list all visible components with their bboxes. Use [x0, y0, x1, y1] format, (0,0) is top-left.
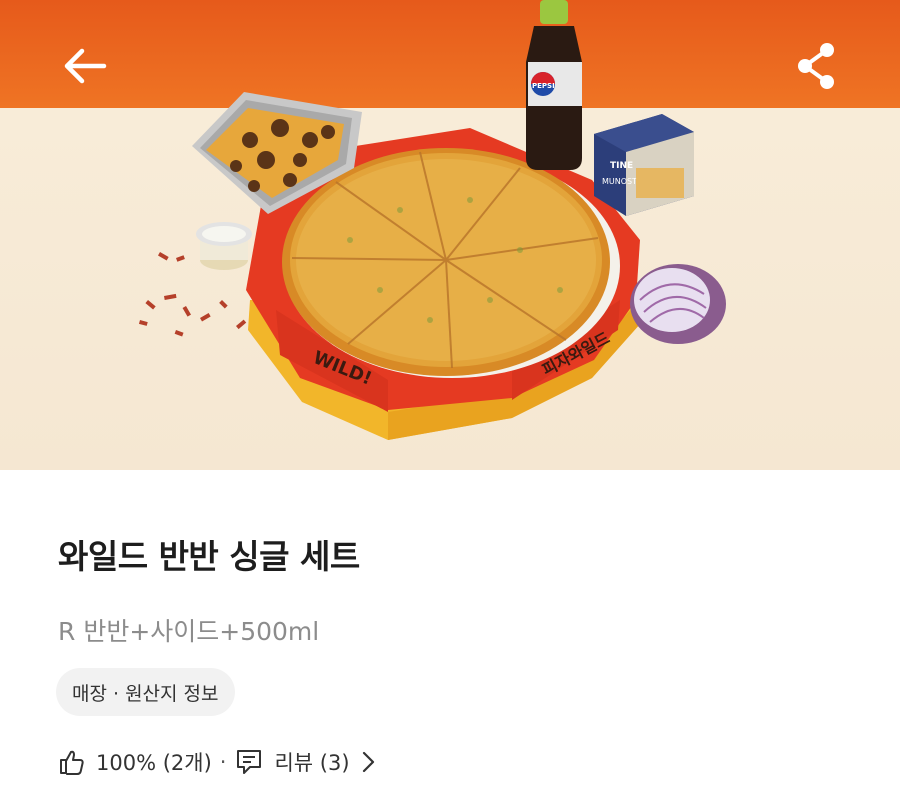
dip-cup — [196, 222, 252, 270]
product-title: 와일드 반반 싱글 세트 — [58, 537, 360, 576]
cheese-carton: TINE MUNOST — [594, 114, 694, 216]
arrow-left-icon — [64, 48, 107, 84]
separator-dot: · — [219, 750, 227, 774]
carton-label-brand: TINE — [610, 161, 633, 171]
store-origin-info-chip[interactable]: 매장 · 원산지 정보 — [56, 668, 235, 716]
share-button[interactable] — [788, 38, 844, 94]
share-icon — [798, 43, 834, 89]
carton-label-name: MUNOST — [602, 177, 637, 186]
product-illustration: WILD! 피자와일드 PEPSI TINE MUNOST — [138, 0, 726, 440]
pizza — [282, 148, 610, 376]
chevron-right-icon — [362, 751, 374, 773]
review-link[interactable]: 리뷰 (3) — [234, 747, 375, 777]
red-onion — [630, 264, 726, 344]
rating-review-row: 100% (2개) · 리뷰 (3) — [58, 744, 376, 780]
product-subtitle: R 반반+사이드+500ml — [58, 617, 320, 646]
review-count: 리뷰 (3) — [274, 751, 350, 775]
comment-icon — [237, 750, 262, 774]
thumbs-up-icon — [60, 750, 84, 775]
cola-bottle: PEPSI — [526, 0, 582, 170]
back-button[interactable] — [56, 38, 112, 94]
store-origin-info-label: 매장 · 원산지 정보 — [72, 682, 219, 705]
bottle-label: PEPSI — [532, 82, 555, 90]
rating-value: 100% (2개) — [96, 751, 212, 775]
product-photo: WILD! 피자와일드 PEPSI TINE MUNOST — [0, 0, 900, 470]
